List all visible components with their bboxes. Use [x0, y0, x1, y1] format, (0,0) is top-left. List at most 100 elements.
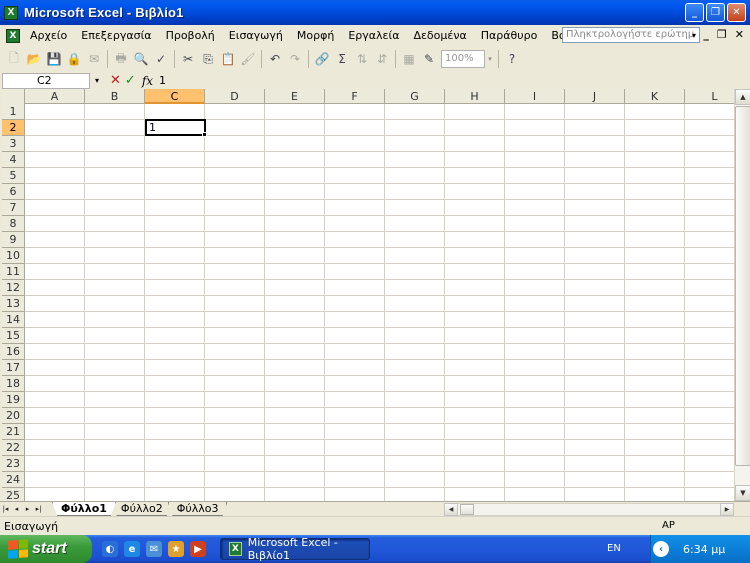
- vertical-scrollbar[interactable]: ▲ ▼: [734, 89, 750, 501]
- quick-launch-ie-icon[interactable]: e: [124, 541, 140, 557]
- column-header-i[interactable]: I: [505, 89, 565, 104]
- row-header-14[interactable]: 14: [2, 312, 25, 328]
- close-button[interactable]: ✕: [727, 3, 746, 22]
- menu-file[interactable]: Αρχείο: [20, 29, 74, 42]
- row-header-21[interactable]: 21: [2, 424, 25, 440]
- permission-icon[interactable]: 🔒: [64, 49, 84, 69]
- sort-asc-icon[interactable]: ⇅: [352, 49, 372, 69]
- scroll-left-icon[interactable]: ◀: [444, 503, 458, 516]
- redo-icon[interactable]: ↷: [285, 49, 305, 69]
- row-header-15[interactable]: 15: [2, 328, 25, 344]
- name-box-dropdown-icon[interactable]: ▾: [90, 76, 104, 85]
- doc-close-button[interactable]: ✕: [735, 28, 744, 41]
- active-cell[interactable]: 1: [145, 119, 207, 137]
- row-header-3[interactable]: 3: [2, 136, 25, 152]
- document-icon[interactable]: X: [6, 28, 20, 43]
- row-header-1[interactable]: 1: [2, 104, 25, 120]
- doc-restore-button[interactable]: ❐: [717, 28, 727, 41]
- quick-launch-desktop-icon[interactable]: ◐: [102, 541, 118, 557]
- name-box[interactable]: C2: [2, 72, 90, 89]
- quick-launch-folder-icon[interactable]: ★: [168, 541, 184, 557]
- row-header-8[interactable]: 8: [2, 216, 25, 232]
- horizontal-scroll-thumb[interactable]: [460, 504, 474, 515]
- row-header-5[interactable]: 5: [2, 168, 25, 184]
- row-header-19[interactable]: 19: [2, 392, 25, 408]
- formula-input[interactable]: 1: [159, 74, 166, 87]
- last-sheet-icon[interactable]: ▸|: [33, 503, 44, 516]
- column-header-c[interactable]: C: [145, 89, 205, 104]
- row-header-9[interactable]: 9: [2, 232, 25, 248]
- help-icon[interactable]: ?: [502, 49, 522, 69]
- hyperlink-icon[interactable]: 🔗: [312, 49, 332, 69]
- help-question-input[interactable]: Πληκτρολογήστε ερώτημ: [562, 27, 700, 43]
- doc-minimize-button[interactable]: _: [703, 28, 709, 41]
- row-header-7[interactable]: 7: [2, 200, 25, 216]
- cell-area[interactable]: [25, 104, 734, 501]
- print-preview-icon[interactable]: 🔍: [131, 49, 151, 69]
- column-header-k[interactable]: K: [625, 89, 685, 104]
- zoom-dropdown-icon[interactable]: ▾: [485, 50, 495, 68]
- save-icon[interactable]: 💾: [44, 49, 64, 69]
- row-header-13[interactable]: 13: [2, 296, 25, 312]
- open-icon[interactable]: 📂: [24, 49, 44, 69]
- column-header-l[interactable]: L: [685, 89, 734, 104]
- row-header-2[interactable]: 2: [2, 120, 25, 136]
- clock[interactable]: 6:34 μμ: [683, 543, 725, 556]
- format-painter-icon[interactable]: 🖌: [238, 49, 258, 69]
- next-sheet-icon[interactable]: ▸: [22, 503, 33, 516]
- fill-handle[interactable]: [202, 132, 207, 137]
- vertical-scroll-thumb[interactable]: [735, 106, 750, 466]
- start-button[interactable]: start: [0, 535, 92, 563]
- row-header-18[interactable]: 18: [2, 376, 25, 392]
- column-header-h[interactable]: H: [445, 89, 505, 104]
- print-icon[interactable]: 🖶: [111, 49, 131, 69]
- column-header-g[interactable]: G: [385, 89, 445, 104]
- title-bar[interactable]: X Microsoft Excel - Βιβλίο1 _ ❐ ✕: [0, 0, 750, 25]
- row-header-24[interactable]: 24: [2, 472, 25, 488]
- spelling-icon[interactable]: ✓: [151, 49, 171, 69]
- mail-icon[interactable]: ✉: [84, 49, 104, 69]
- tab-sheet1[interactable]: Φύλλο1: [52, 502, 116, 516]
- quick-launch-outlook-icon[interactable]: ✉: [146, 541, 162, 557]
- quick-launch-media-icon[interactable]: ▶: [190, 541, 206, 557]
- menu-format[interactable]: Μορφή: [290, 29, 341, 42]
- menu-window[interactable]: Παράθυρο: [474, 29, 545, 42]
- column-header-b[interactable]: B: [85, 89, 145, 104]
- scroll-down-icon[interactable]: ▼: [735, 485, 750, 501]
- new-icon[interactable]: 🗋: [4, 49, 24, 69]
- select-all-corner[interactable]: [2, 89, 25, 104]
- cut-icon[interactable]: ✂: [178, 49, 198, 69]
- row-header-25[interactable]: 25: [2, 488, 25, 501]
- row-header-17[interactable]: 17: [2, 360, 25, 376]
- scroll-up-icon[interactable]: ▲: [735, 89, 750, 105]
- minimize-button[interactable]: _: [685, 3, 704, 22]
- insert-function-icon[interactable]: fx: [142, 74, 153, 88]
- autosum-icon[interactable]: Σ: [332, 49, 352, 69]
- tab-sheet2[interactable]: Φύλλο2: [111, 502, 172, 516]
- row-header-4[interactable]: 4: [2, 152, 25, 168]
- first-sheet-icon[interactable]: |◂: [0, 503, 11, 516]
- row-header-11[interactable]: 11: [2, 264, 25, 280]
- excel-app-icon[interactable]: X: [4, 5, 18, 20]
- tab-sheet3[interactable]: Φύλλο3: [167, 502, 228, 516]
- row-header-22[interactable]: 22: [2, 440, 25, 456]
- tray-arrow-icon[interactable]: ‹: [653, 541, 669, 557]
- column-header-a[interactable]: A: [25, 89, 85, 104]
- enter-icon[interactable]: ✓: [125, 73, 136, 88]
- copy-icon[interactable]: ⎘: [198, 49, 218, 69]
- paste-icon[interactable]: 📋: [218, 49, 238, 69]
- language-indicator[interactable]: EN: [607, 543, 621, 554]
- scroll-right-icon[interactable]: ▶: [720, 503, 734, 516]
- horizontal-scrollbar[interactable]: ◀ ▶: [444, 503, 734, 516]
- prev-sheet-icon[interactable]: ◂: [11, 503, 22, 516]
- cancel-icon[interactable]: ✕: [110, 73, 121, 88]
- column-header-j[interactable]: J: [565, 89, 625, 104]
- row-header-16[interactable]: 16: [2, 344, 25, 360]
- zoom-input[interactable]: 100%: [441, 50, 485, 68]
- menu-tools[interactable]: Εργαλεία: [341, 29, 406, 42]
- undo-icon[interactable]: ↶: [265, 49, 285, 69]
- menu-edit[interactable]: Επεξεργασία: [74, 29, 158, 42]
- menu-view[interactable]: Προβολή: [159, 29, 222, 42]
- row-header-23[interactable]: 23: [2, 456, 25, 472]
- sort-desc-icon[interactable]: ⇵: [372, 49, 392, 69]
